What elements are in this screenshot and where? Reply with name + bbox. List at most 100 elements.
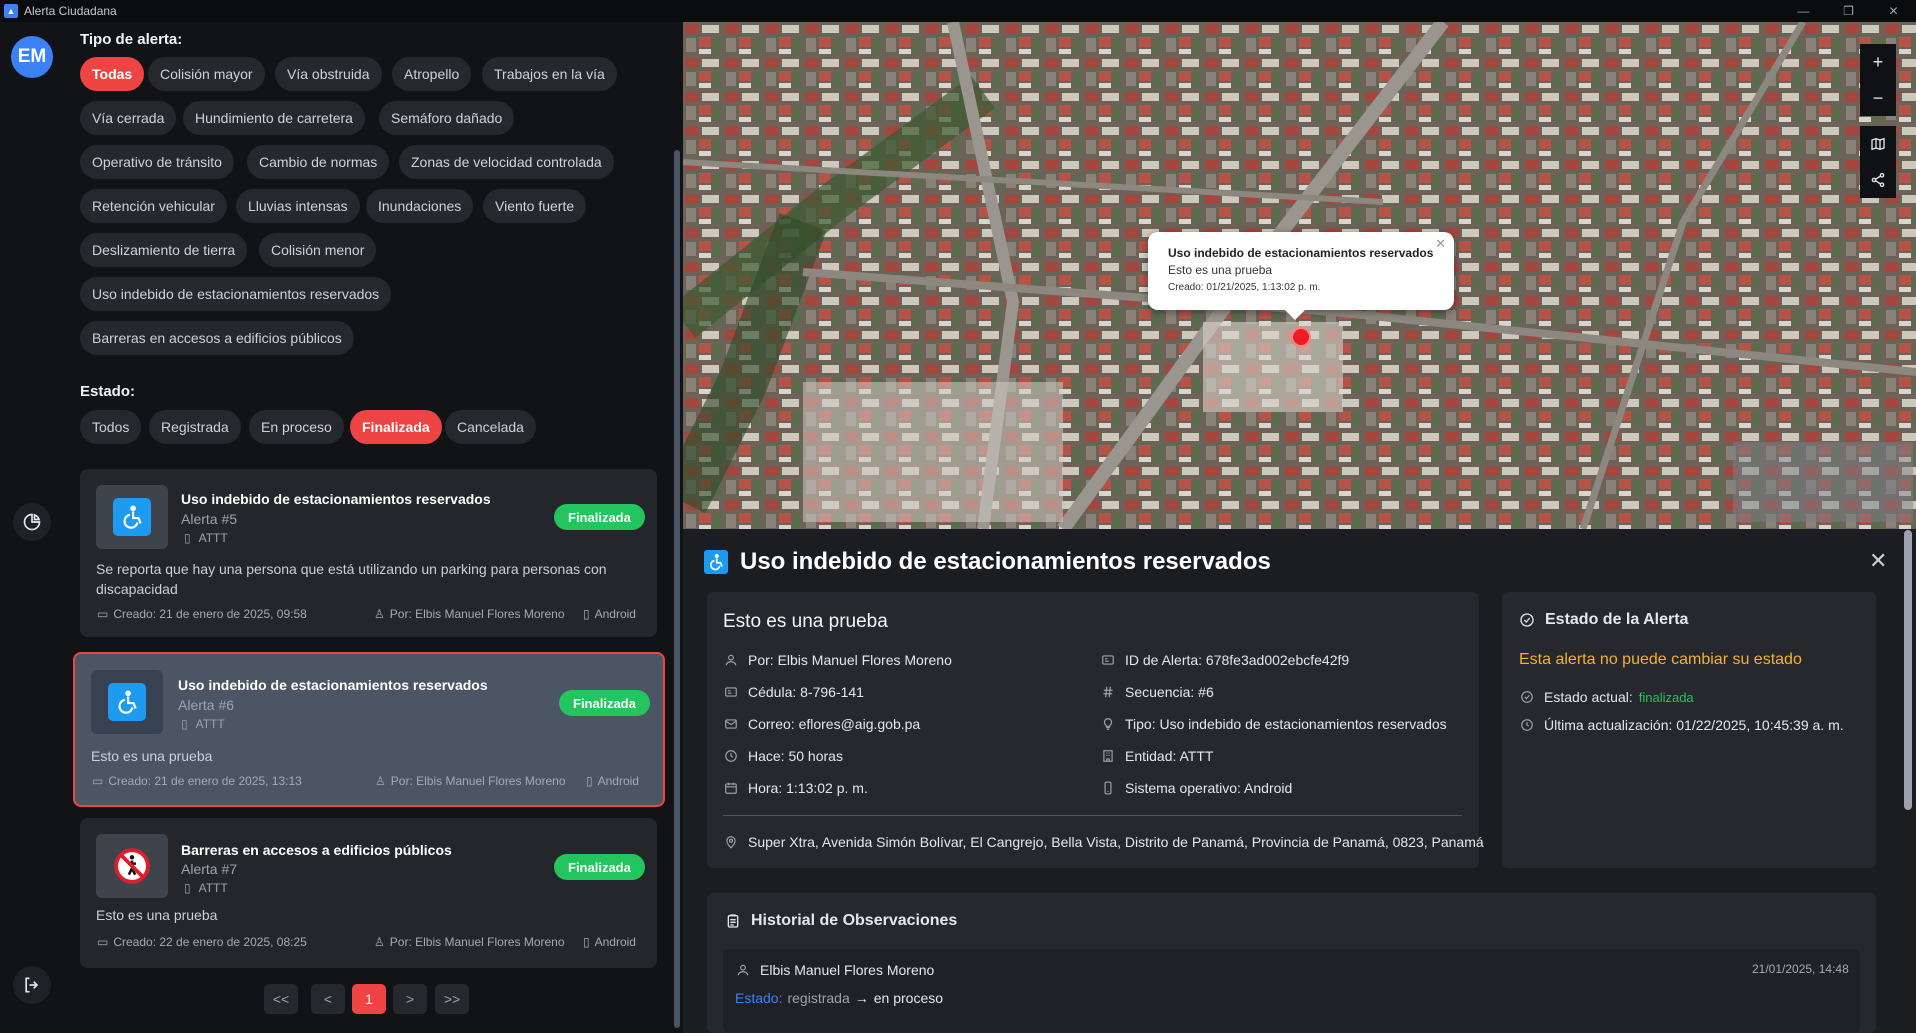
building-icon: ▯ — [184, 881, 191, 895]
chip-type[interactable]: Colisión menor — [259, 233, 377, 267]
chip-type[interactable]: Semáforo dañado — [379, 101, 515, 135]
divider — [723, 815, 1462, 816]
os-text: Android — [594, 607, 636, 621]
mail-icon — [725, 719, 737, 729]
alert-description: Esto es una prueba — [91, 748, 213, 764]
zoom-out-button[interactable]: − — [1860, 80, 1896, 116]
info-type: Tipo: Uso indebido de estacionamientos r… — [1101, 716, 1447, 732]
chip-type[interactable]: Trabajos en la vía — [482, 57, 617, 91]
chip-type[interactable]: Retención vehicular — [80, 189, 227, 223]
restore-button[interactable]: ❐ — [1826, 0, 1871, 22]
page-next-button[interactable]: > — [393, 984, 427, 1014]
check-circle-icon — [1521, 691, 1533, 703]
author-text: Por: Elbis Manuel Flores Moreno — [390, 774, 566, 788]
alert-author: ♙ Por: Elbis Manuel Flores Moreno — [374, 607, 565, 621]
avatar[interactable]: EM — [11, 36, 53, 78]
accessible-icon — [113, 498, 151, 536]
map-layers-button[interactable] — [1860, 126, 1896, 162]
info-cedula: Cédula: 8-796-141 — [724, 684, 864, 700]
alert-number: Alerta #7 — [181, 861, 238, 877]
author-text: Por: Elbis Manuel Flores Moreno — [748, 652, 952, 668]
page-last-button[interactable]: >> — [435, 984, 469, 1014]
alert-entity: ▯ ATTT — [184, 531, 228, 545]
clock-icon — [725, 750, 737, 762]
chip-state[interactable]: Registrada — [149, 410, 241, 444]
statistics-button[interactable] — [13, 503, 51, 541]
alert-card-selected[interactable]: Uso indebido de estacionamientos reserva… — [73, 652, 665, 807]
clock-icon — [1521, 719, 1533, 731]
history-title: Historial de Observaciones — [751, 912, 958, 929]
title-bar: ▲ Alerta Ciudadana — ❐ ✕ — [0, 0, 1916, 22]
accessible-icon — [704, 550, 728, 574]
chip-state-finalizada[interactable]: Finalizada — [350, 410, 442, 444]
chip-state[interactable]: En proceso — [249, 410, 344, 444]
chip-type[interactable]: Lluvias intensas — [236, 189, 360, 223]
alert-card[interactable]: Uso indebido de estacionamientos reserva… — [80, 469, 657, 637]
chip-type[interactable]: Uso indebido de estacionamientos reserva… — [80, 277, 392, 311]
detail-close-button[interactable]: ✕ — [1869, 548, 1887, 574]
chip-state[interactable]: Todos — [80, 410, 142, 444]
zoom-in-button[interactable]: + — [1860, 44, 1896, 80]
arrow-icon: → — [854, 990, 869, 1006]
detail-scrollbar-thumb[interactable] — [1904, 530, 1912, 810]
share-button[interactable] — [1860, 162, 1896, 198]
alert-card[interactable]: Barreras en accesos a edificios públicos… — [80, 818, 657, 968]
alert-entity: ▯ ATTT — [181, 717, 225, 731]
info-ago: Hace: 50 horas — [724, 748, 843, 764]
page-current-button[interactable]: 1 — [352, 984, 386, 1014]
entity-text: Entidad: ATTT — [1125, 748, 1214, 764]
popup-close-button[interactable]: ✕ — [1435, 236, 1446, 252]
alert-created: ▭ Creado: 22 de enero de 2025, 08:25 — [97, 935, 307, 949]
chip-type[interactable]: Operativo de tránsito — [80, 145, 234, 179]
alert-marker[interactable] — [1291, 327, 1311, 347]
current-status-label: Estado actual: — [1544, 689, 1633, 705]
popup-description: Esto es una prueba — [1168, 263, 1273, 277]
user-icon: ♙ — [374, 935, 385, 949]
chip-type[interactable]: Colisión mayor — [148, 57, 265, 91]
info-sequence: Secuencia: #6 — [1101, 684, 1214, 700]
alert-title: Uso indebido de estacionamientos reserva… — [181, 491, 491, 507]
chip-type[interactable]: Viento fuerte — [483, 189, 587, 223]
close-window-button[interactable]: ✕ — [1871, 0, 1916, 22]
alert-description: Esto es una prueba — [96, 907, 218, 923]
chip-type[interactable]: Deslizamiento de tierra — [80, 233, 248, 267]
calendar-icon: ▭ — [97, 607, 109, 621]
map-pin-icon — [726, 836, 736, 849]
chip-type[interactable]: Inundaciones — [366, 189, 474, 223]
user-icon — [725, 654, 737, 666]
history-from: registrada — [787, 990, 850, 1006]
accessible-icon — [108, 683, 146, 721]
chip-type[interactable]: Vía obstruida — [275, 57, 382, 91]
created-text: Creado: 21 de enero de 2025, 13:13 — [108, 774, 302, 788]
time-text: Hora: 1:13:02 p. m. — [748, 780, 868, 796]
status-badge: Finalizada — [559, 690, 650, 716]
page-prev-button[interactable]: < — [311, 984, 345, 1014]
chip-type[interactable]: Hundimiento de carretera — [183, 101, 365, 135]
user-icon — [737, 964, 749, 976]
chip-type[interactable]: Zonas de velocidad controlada — [399, 145, 614, 179]
chip-type[interactable]: Barreras en accesos a edificios públicos — [80, 321, 354, 355]
entity-text: ATTT — [198, 881, 228, 895]
left-scrollbar-thumb[interactable] — [674, 150, 680, 1028]
cedula-text: Cédula: 8-796-141 — [748, 684, 864, 700]
chip-type-todas[interactable]: Todas — [80, 57, 145, 91]
minimize-button[interactable]: — — [1781, 0, 1826, 22]
alert-title: Barreras en accesos a edificios públicos — [181, 842, 452, 858]
building-icon: ▯ — [181, 717, 188, 731]
last-update-text: Última actualización: 01/22/2025, 10:45:… — [1544, 717, 1844, 733]
chip-state[interactable]: Cancelada — [445, 410, 536, 444]
calendar-icon: ▭ — [92, 774, 104, 788]
alert-os: ▯ Android — [583, 935, 636, 949]
info-entity: Entidad: ATTT — [1101, 748, 1213, 764]
current-status: Estado actual: finalizada — [1520, 689, 1694, 705]
chip-type[interactable]: Vía cerrada — [80, 101, 177, 135]
popup-date: Creado: 01/21/2025, 1:13:02 p. m. — [1168, 282, 1321, 293]
logout-button[interactable] — [13, 966, 51, 1004]
os-text: Android — [597, 774, 639, 788]
chip-type[interactable]: Cambio de normas — [247, 145, 390, 179]
page-first-button[interactable]: << — [264, 984, 298, 1014]
popup-tip — [1285, 310, 1305, 320]
entity-text: ATTT — [198, 531, 228, 545]
chip-type[interactable]: Atropello — [392, 57, 472, 91]
share-icon — [1871, 173, 1885, 187]
